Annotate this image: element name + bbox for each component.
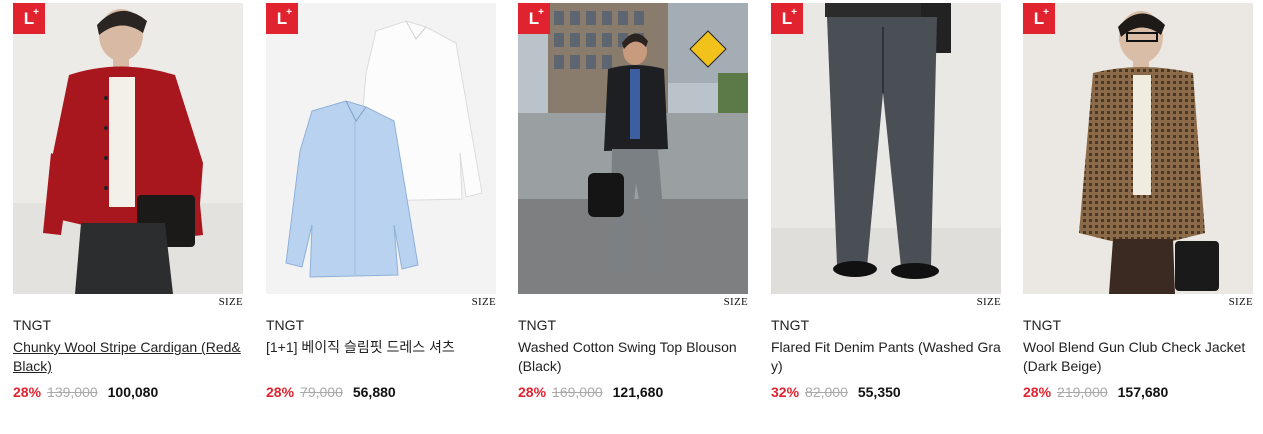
- product-brand[interactable]: TNGT: [771, 317, 809, 333]
- plus-icon: +: [1043, 7, 1049, 18]
- lotte-plus-badge: L +: [13, 3, 45, 34]
- product-photo-denim: [771, 3, 1001, 294]
- product-image[interactable]: L +: [1023, 3, 1253, 294]
- price-row: 28% 169,000 121,680: [518, 384, 663, 400]
- discount-rate: 28%: [266, 384, 295, 400]
- size-button[interactable]: SIZE: [219, 296, 243, 308]
- plus-icon: +: [538, 7, 544, 18]
- product-photo-check-jacket: [1023, 3, 1253, 294]
- product-photo-cardigan: [13, 3, 243, 294]
- original-price: 79,000: [300, 384, 343, 400]
- product-card[interactable]: L + SIZE TNGT Chunky Wool Stripe Cardigan…: [13, 3, 243, 423]
- product-name-link[interactable]: Chunky Wool Stripe Cardigan (Red&Black): [13, 338, 245, 376]
- discount-rate: 28%: [1023, 384, 1052, 400]
- price-row: 28% 219,000 157,680: [1023, 384, 1168, 400]
- lotte-plus-badge: L +: [518, 3, 550, 34]
- size-button[interactable]: SIZE: [1229, 296, 1253, 308]
- discount-rate: 28%: [518, 384, 547, 400]
- plus-icon: +: [286, 7, 292, 18]
- size-button[interactable]: SIZE: [472, 296, 496, 308]
- original-price: 139,000: [47, 384, 98, 400]
- original-price: 82,000: [805, 384, 848, 400]
- product-card[interactable]: L + SIZE TNGT Flared Fit Denim Pants (Was…: [771, 3, 1001, 423]
- product-name-link[interactable]: Wool Blend Gun Club Check Jacket (Dark B…: [1023, 338, 1255, 376]
- sale-price: 56,880: [352, 384, 396, 400]
- product-brand[interactable]: TNGT: [1023, 317, 1061, 333]
- lotte-plus-badge: L +: [771, 3, 803, 34]
- product-image[interactable]: L +: [771, 3, 1001, 294]
- plus-icon: +: [791, 7, 797, 18]
- lotte-plus-badge: L +: [266, 3, 298, 34]
- product-photo-blouson: [518, 3, 748, 294]
- sale-price: 157,680: [1117, 384, 1169, 400]
- product-name-link[interactable]: Washed Cotton Swing Top Blouson (Black): [518, 338, 750, 376]
- original-price: 169,000: [552, 384, 603, 400]
- product-brand[interactable]: TNGT: [266, 317, 304, 333]
- price-row: 28% 139,000 100,080: [13, 384, 158, 400]
- price-row: 32% 82,000 55,350: [771, 384, 901, 400]
- size-button[interactable]: SIZE: [977, 296, 1001, 308]
- sale-price: 55,350: [857, 384, 901, 400]
- product-name-link[interactable]: [1+1] 베이직 슬림핏 드레스 셔츠: [266, 338, 498, 357]
- product-card[interactable]: L + SIZE TNGT [1+1] 베이직 슬림핏 드레스 셔츠 28% 79,…: [266, 3, 496, 423]
- product-brand[interactable]: TNGT: [13, 317, 51, 333]
- price-row: 28% 79,000 56,880: [266, 384, 396, 400]
- product-grid: L + SIZE TNGT Chunky Wool Stripe Cardigan…: [13, 3, 1253, 423]
- product-image[interactable]: L +: [13, 3, 243, 294]
- plus-icon: +: [33, 7, 39, 18]
- product-name-link[interactable]: Flared Fit Denim Pants (Washed Gray): [771, 338, 1003, 376]
- discount-rate: 28%: [13, 384, 42, 400]
- sale-price: 121,680: [612, 384, 664, 400]
- product-photo-shirts: [266, 3, 496, 294]
- product-image[interactable]: L +: [266, 3, 496, 294]
- lotte-plus-badge: L +: [1023, 3, 1055, 34]
- product-image[interactable]: L +: [518, 3, 748, 294]
- product-card[interactable]: L + SIZE TNGT Washed Cotton Swing Top Blo…: [518, 3, 748, 423]
- size-button[interactable]: SIZE: [724, 296, 748, 308]
- original-price: 219,000: [1057, 384, 1108, 400]
- sale-price: 100,080: [107, 384, 159, 400]
- product-brand[interactable]: TNGT: [518, 317, 556, 333]
- discount-rate: 32%: [771, 384, 800, 400]
- product-card[interactable]: L + SIZE TNGT Wool Blend Gun Club Check J…: [1023, 3, 1253, 423]
